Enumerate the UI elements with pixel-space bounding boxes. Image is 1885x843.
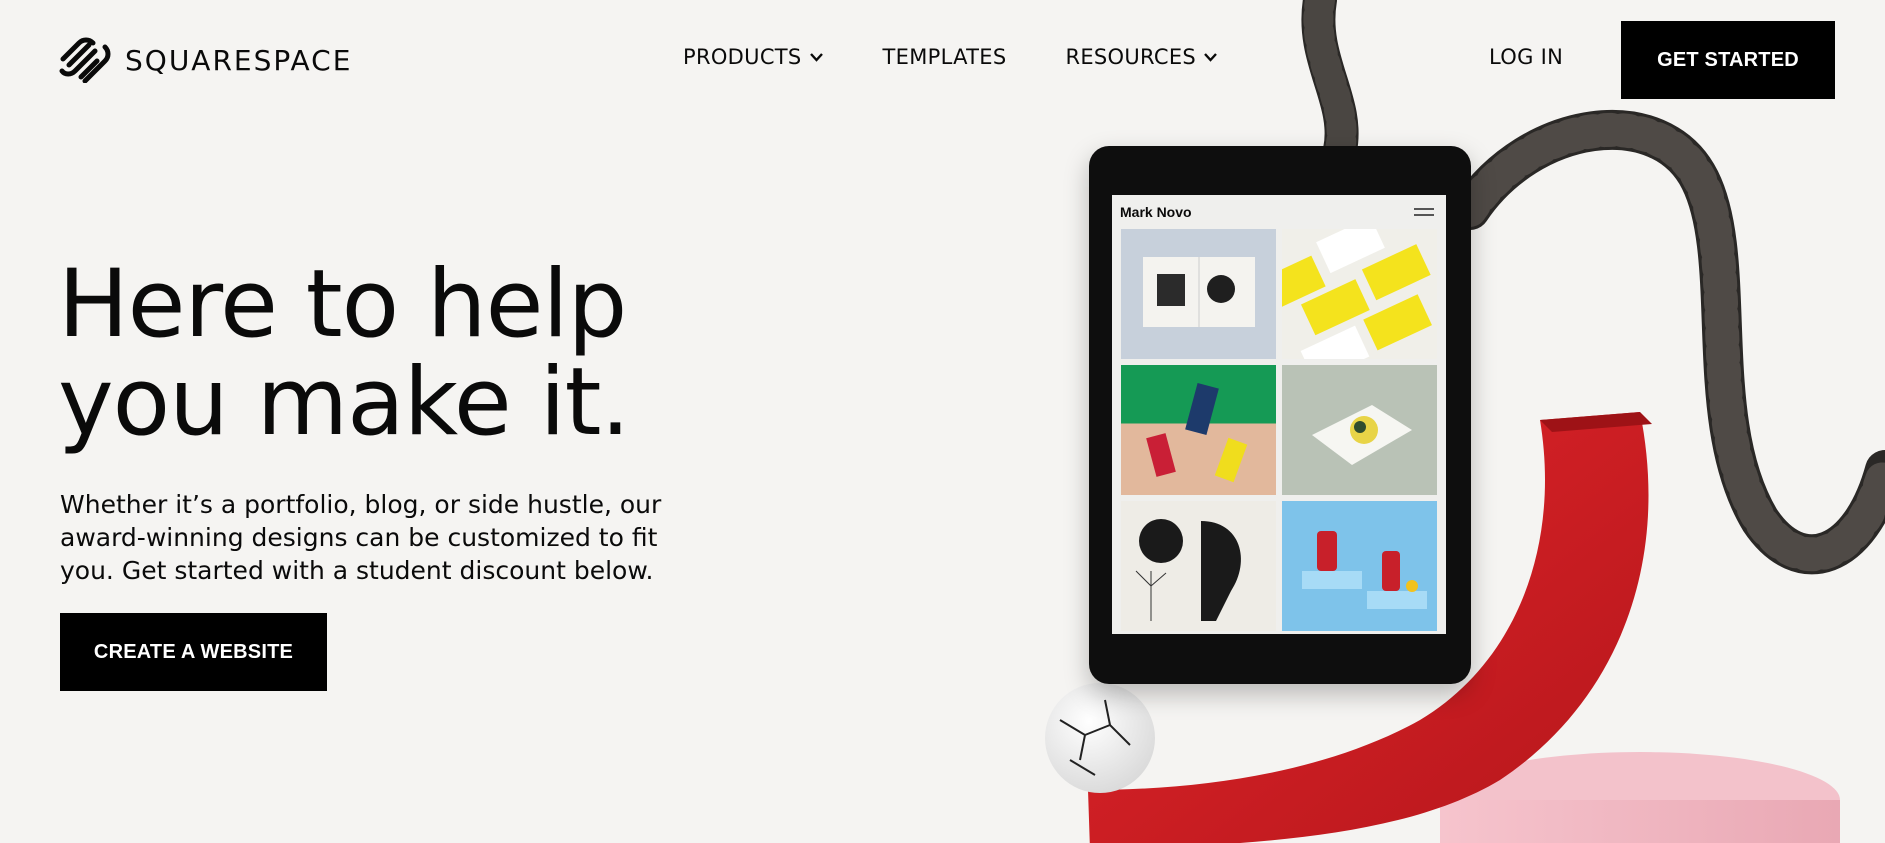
hero-headline: Here to help you make it. — [58, 256, 758, 452]
hero-headline-line-1: Here to help — [58, 250, 627, 359]
create-website-button[interactable]: CREATE A WEBSITE — [60, 613, 327, 691]
tablet-device: Mark Novo — [1089, 146, 1471, 684]
sketchbook-image — [1312, 405, 1412, 465]
packaging-image — [1146, 382, 1248, 483]
poster-image — [1135, 519, 1241, 621]
brand-wordmark: SQUARESPACE — [125, 43, 353, 77]
nav-item-label: RESOURCES — [1065, 45, 1197, 69]
nav-item-resources[interactable]: RESOURCES — [1065, 45, 1218, 69]
squarespace-logo-icon — [59, 37, 111, 83]
portfolio-tile-book — [1121, 229, 1276, 359]
squarespace-logo[interactable]: SQUARESPACE — [59, 37, 352, 83]
marble-ball-shape — [1045, 683, 1155, 793]
page: Mark Novo SQUARESPACE PRODUCTS TEMPLATES… — [0, 0, 1885, 843]
get-started-button[interactable]: GET STARTED — [1621, 21, 1835, 99]
portfolio-tile-jars — [1282, 501, 1437, 631]
pink-block-shape — [1440, 752, 1840, 843]
tablet-screen: Mark Novo — [1112, 195, 1446, 634]
chevron-down-icon — [809, 53, 823, 62]
portfolio-tile-cards — [1282, 229, 1437, 359]
nav-item-label: PRODUCTS — [683, 45, 802, 69]
chevron-down-icon — [1204, 53, 1217, 62]
business-cards-image — [1282, 229, 1432, 359]
portfolio-grid — [1121, 229, 1437, 631]
portfolio-tile-packaging — [1121, 365, 1276, 495]
portfolio-tile-sketchbook — [1282, 365, 1437, 495]
main-nav: PRODUCTS TEMPLATES RESOURCES — [683, 45, 1277, 69]
hero-headline-line-2: you make it. — [58, 348, 630, 457]
hero-subcopy: Whether it’s a portfolio, blog, or side … — [60, 490, 662, 585]
nav-item-templates[interactable]: TEMPLATES — [883, 45, 1007, 69]
hamburger-icon — [1414, 208, 1434, 216]
login-link[interactable]: LOG IN — [1489, 45, 1563, 69]
portfolio-tile-poster — [1121, 501, 1276, 631]
book-image — [1143, 257, 1255, 327]
nav-item-label: TEMPLATES — [882, 45, 1007, 69]
nav-item-products[interactable]: PRODUCTS — [683, 45, 824, 69]
jars-image — [1302, 531, 1427, 609]
tablet-site-title: Mark Novo — [1120, 204, 1192, 220]
